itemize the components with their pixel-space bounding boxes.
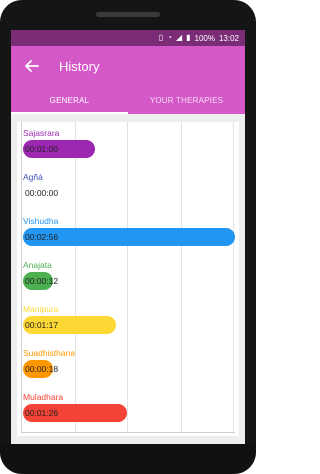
chart-gridline (233, 122, 234, 432)
chart-category-label: Muladhara (23, 392, 64, 402)
chart-category-label: Sajasrara (23, 128, 60, 138)
chart-gridline (127, 122, 128, 432)
back-arrow-icon[interactable] (23, 57, 41, 75)
chart-axis-left (21, 122, 22, 432)
chart-duration-label: 00:00:00 (25, 188, 59, 198)
chart-duration-label: 00:00:12 (25, 276, 59, 286)
chart-category-label: Suadhisthana (23, 348, 75, 358)
chart-category-label: Agñá (23, 172, 43, 182)
device-frame: ▯ ◔ ◢ ▮ 100% 13:02 History GENERAL YOUR … (0, 0, 256, 474)
battery-percent: 100% (194, 33, 215, 43)
history-chart: Sajasrara 00:01:00 Agñá 00:00:00 Vishudha 00:… (17, 122, 239, 436)
chart-duration-label: 00:01:26 (25, 408, 59, 418)
tab-general-label: GENERAL (49, 95, 90, 105)
vibrate-icon: ▯ (158, 33, 164, 42)
chart-category-label: Manipura (23, 304, 59, 314)
chart-gridline (181, 122, 182, 432)
tab-general[interactable]: GENERAL (11, 86, 128, 114)
device-bottom-bezel (0, 444, 256, 474)
tab-your-therapies[interactable]: YOUR THERAPIES (128, 86, 245, 114)
chart-axis-bottom (21, 432, 235, 433)
status-bar: ▯ ◔ ◢ ▮ 100% 13:02 (11, 30, 245, 46)
speaker-grille (96, 12, 160, 17)
signal-icon: ◢ (175, 33, 183, 42)
chart-category-label: Vishudha (23, 216, 59, 226)
tab-your-therapies-label: YOUR THERAPIES (149, 95, 224, 105)
clock: 13:02 (218, 33, 239, 43)
app-screen: ▯ ◔ ◢ ▮ 100% 13:02 History GENERAL YOUR … (11, 30, 245, 444)
tab-selected-indicator (11, 112, 128, 114)
app-bar: History (11, 46, 245, 86)
tab-bar: GENERAL YOUR THERAPIES (11, 86, 245, 114)
chart-category-label: Anajata (23, 260, 52, 270)
page-title: History (59, 58, 100, 74)
chart-duration-label: 00:00:18 (25, 364, 59, 374)
chart-duration-label: 00:01:00 (25, 144, 59, 154)
chart-duration-label: 00:02:56 (25, 232, 59, 242)
chart-gridline (75, 122, 76, 432)
battery-icon: ▮ (186, 33, 191, 42)
wifi-icon: ◔ (167, 33, 172, 42)
chart-duration-label: 00:01:17 (25, 320, 59, 330)
